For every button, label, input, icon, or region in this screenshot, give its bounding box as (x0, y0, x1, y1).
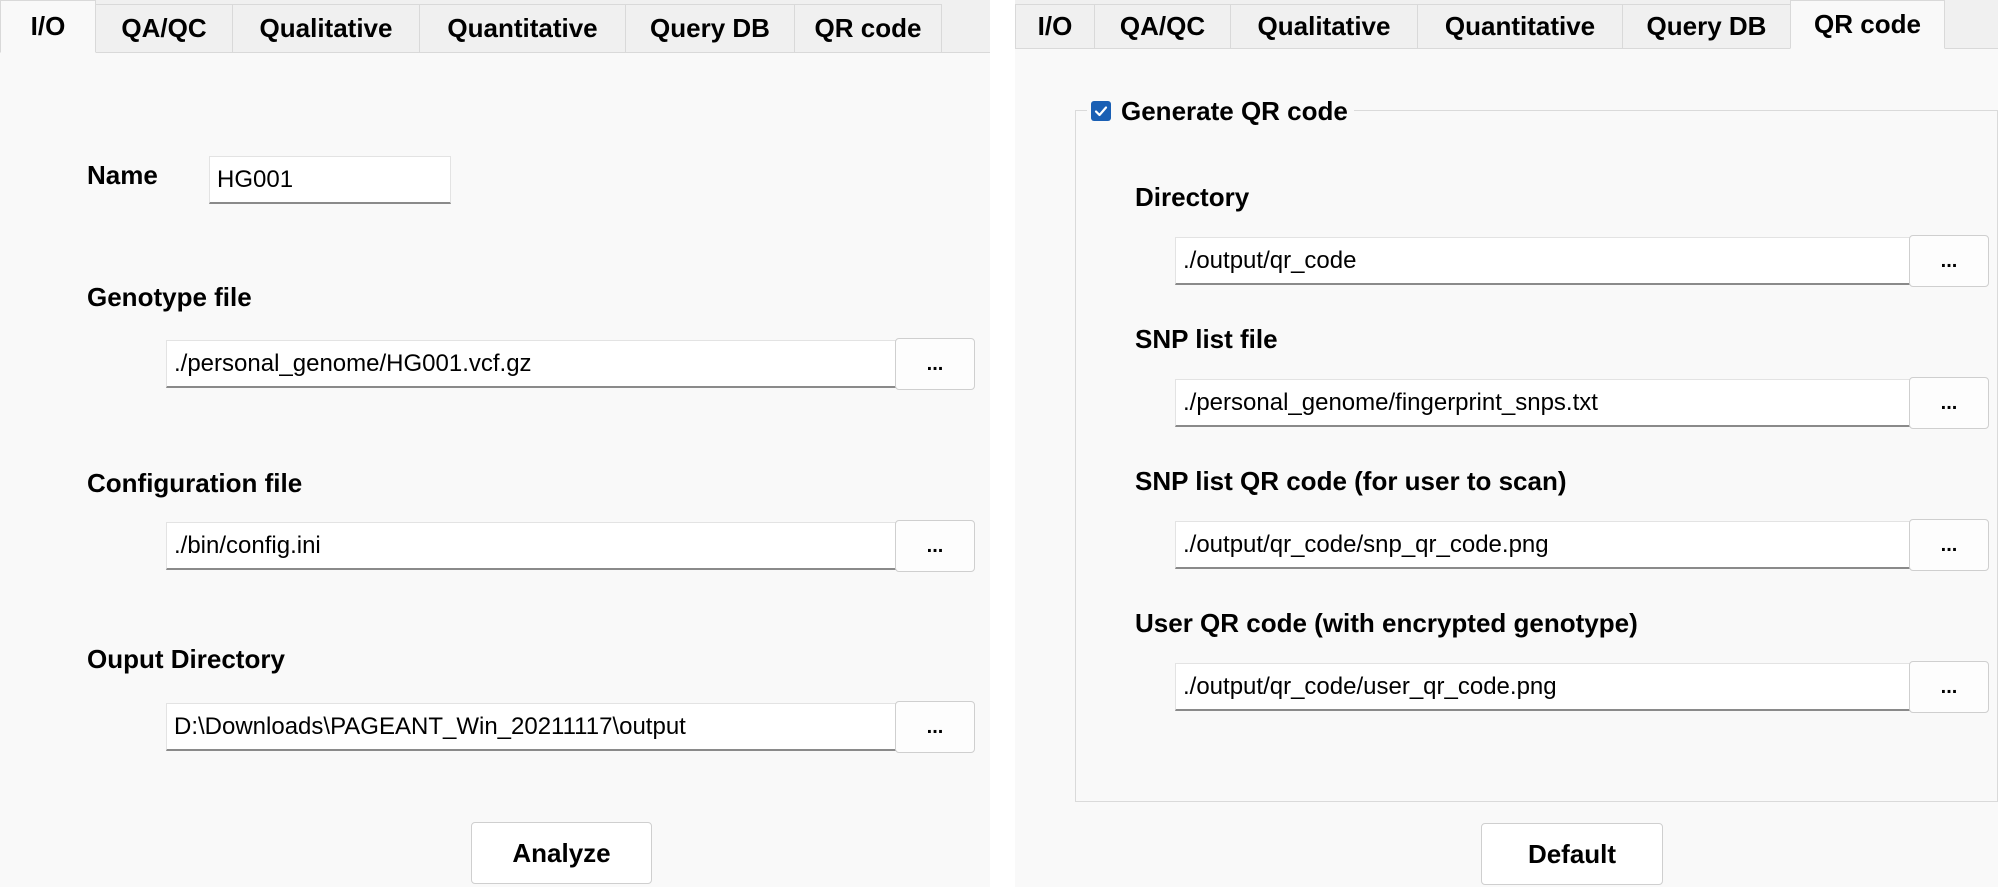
generate-qr-code-legend: Generate QR code (1087, 94, 1354, 128)
tab-qr-code[interactable]: QR code (1790, 0, 1945, 49)
tab-quantitative[interactable]: Quantitative (1417, 4, 1623, 48)
tab-io[interactable]: I/O (1015, 4, 1095, 48)
io-panel: I/O QA/QC Qualitative Quantitative Query… (0, 0, 990, 887)
tab-bar: I/O QA/QC Qualitative Quantitative Query… (0, 0, 990, 53)
snp-list-browse-button[interactable]: ... (1909, 377, 1989, 429)
user-qr-code-field[interactable]: ./output/qr_code/user_qr_code.png (1175, 663, 1923, 711)
tab-qualitative[interactable]: Qualitative (232, 4, 420, 52)
genotype-file-field[interactable]: ./personal_genome/HG001.vcf.gz (166, 340, 896, 388)
directory-label: Directory (1135, 182, 1250, 212)
output-browse-button[interactable]: ... (895, 701, 975, 753)
tab-bar: I/O QA/QC Qualitative Quantitative Query… (1015, 0, 1998, 49)
generate-qr-code-label: Generate QR code (1121, 95, 1348, 126)
user-qr-code-label: User QR code (with encrypted genotype) (1135, 608, 1638, 638)
snp-list-file-label: SNP list file (1135, 324, 1278, 354)
tab-query-db[interactable]: Query DB (625, 4, 795, 52)
tab-io[interactable]: I/O (0, 0, 96, 53)
directory-field[interactable]: ./output/qr_code (1175, 237, 1923, 285)
tab-qa-qc[interactable]: QA/QC (1094, 4, 1231, 48)
tab-qa-qc[interactable]: QA/QC (95, 4, 233, 52)
directory-browse-button[interactable]: ... (1909, 235, 1989, 287)
configuration-file-label: Configuration file (87, 468, 303, 498)
snp-list-file-field[interactable]: ./personal_genome/fingerprint_snps.txt (1175, 379, 1923, 427)
name-field[interactable]: HG001 (209, 156, 451, 204)
tab-qr-code[interactable]: QR code (794, 4, 942, 52)
qr-code-panel: I/O QA/QC Qualitative Quantitative Query… (1015, 0, 1998, 887)
tab-qualitative[interactable]: Qualitative (1230, 4, 1418, 48)
name-label: Name (87, 160, 158, 190)
snp-qr-code-label: SNP list QR code (for user to scan) (1135, 466, 1567, 496)
genotype-file-label: Genotype file (87, 282, 252, 312)
output-directory-field[interactable]: D:\Downloads\PAGEANT_Win_20211117\output (166, 703, 896, 751)
configuration-browse-button[interactable]: ... (895, 520, 975, 572)
output-directory-label: Ouput Directory (87, 644, 285, 674)
checkmark-icon (1094, 106, 1108, 117)
configuration-file-field[interactable]: ./bin/config.ini (166, 522, 896, 570)
default-button[interactable]: Default (1481, 823, 1663, 885)
tab-quantitative[interactable]: Quantitative (419, 4, 626, 52)
genotype-browse-button[interactable]: ... (895, 338, 975, 390)
tab-query-db[interactable]: Query DB (1622, 4, 1791, 48)
analyze-button[interactable]: Analyze (471, 822, 652, 884)
snp-qr-code-field[interactable]: ./output/qr_code/snp_qr_code.png (1175, 521, 1923, 569)
generate-qr-code-checkbox[interactable] (1091, 101, 1111, 121)
user-qr-browse-button[interactable]: ... (1909, 661, 1989, 713)
snp-qr-browse-button[interactable]: ... (1909, 519, 1989, 571)
